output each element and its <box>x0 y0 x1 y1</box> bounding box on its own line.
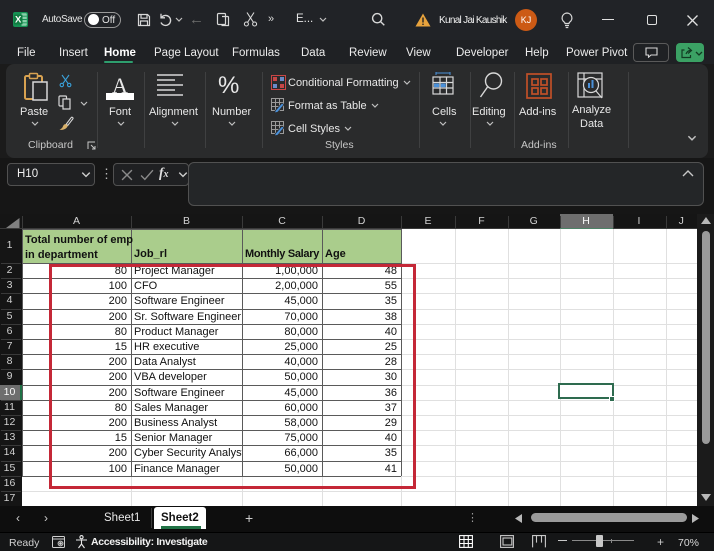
svg-text:X: X <box>15 15 22 26</box>
